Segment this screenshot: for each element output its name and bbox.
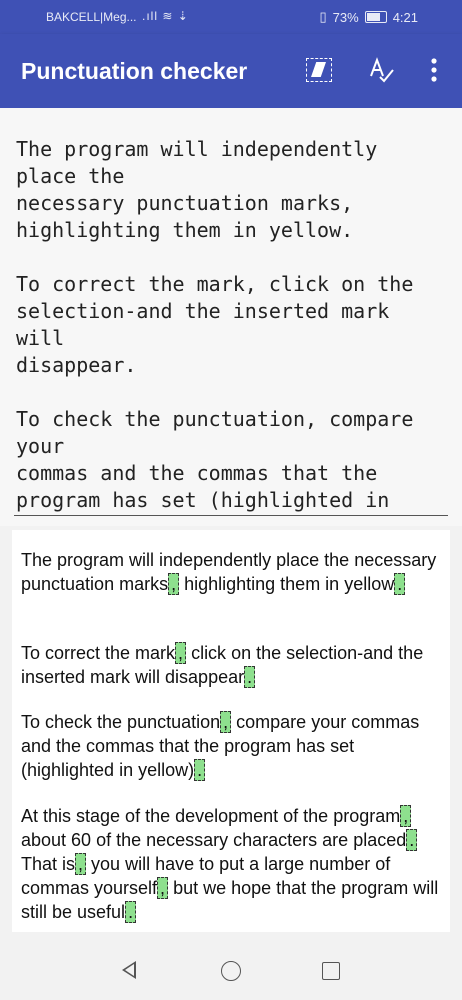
result-text: At this stage of the development of the …: [21, 806, 401, 826]
navigation-bar: [0, 942, 462, 1000]
result-panel: The program will independently place the…: [12, 530, 450, 932]
inserted-mark[interactable]: .: [394, 573, 406, 595]
inserted-mark[interactable]: ,: [220, 711, 232, 733]
result-paragraph-4: At this stage of the development of the …: [21, 804, 439, 924]
result-paragraph-3: To check the punctuation, compare your c…: [21, 710, 439, 782]
app-title: Punctuation checker: [21, 58, 248, 84]
vibrate-icon: ▯: [319, 9, 327, 24]
carrier-name: BAKCELL|Meg...: [46, 10, 137, 24]
battery-percent: 73%: [332, 9, 359, 25]
input-area: The program will independently place the…: [0, 108, 462, 526]
home-icon[interactable]: [218, 958, 244, 984]
battery-icon: [364, 11, 387, 23]
signal-wifi-icons: .ıll ≋ ⇣: [142, 9, 189, 23]
inserted-mark[interactable]: .: [406, 829, 418, 851]
text-input[interactable]: The program will independently place the…: [16, 136, 448, 512]
inserted-mark[interactable]: .: [125, 901, 137, 923]
status-bar: BAKCELL|Meg... .ıll ≋ ⇣ ▯ 73% 4:21: [0, 0, 462, 34]
result-paragraph-1: The program will independently place the…: [21, 548, 439, 596]
clock: 4:21: [392, 9, 418, 25]
eraser-icon[interactable]: [303, 54, 335, 86]
inserted-mark[interactable]: .: [194, 759, 206, 781]
inserted-mark[interactable]: ,: [400, 805, 412, 827]
inserted-mark[interactable]: ,: [168, 573, 180, 595]
result-text: To check the punctuation: [21, 712, 221, 732]
back-icon[interactable]: [118, 958, 144, 984]
result-text: about 60 of the necessary characters are…: [21, 830, 407, 850]
recents-icon[interactable]: [318, 958, 344, 984]
inserted-mark[interactable]: ,: [75, 853, 87, 875]
inserted-mark[interactable]: ,: [157, 877, 169, 899]
spellcheck-icon[interactable]: [365, 54, 397, 86]
result-text: To correct the mark: [21, 643, 176, 663]
result-text: That is: [21, 854, 76, 874]
result-text: highlighting them in yellow: [179, 574, 395, 594]
app-bar: Punctuation checker: [0, 34, 462, 108]
status-right: ▯ 73% 4:21: [320, 9, 419, 25]
result-paragraph-2: To correct the mark, click on the select…: [21, 641, 439, 689]
inserted-mark[interactable]: .: [244, 666, 256, 688]
more-vert-icon[interactable]: [418, 54, 450, 86]
inserted-mark[interactable]: ,: [175, 642, 187, 664]
input-underline: [14, 515, 448, 516]
